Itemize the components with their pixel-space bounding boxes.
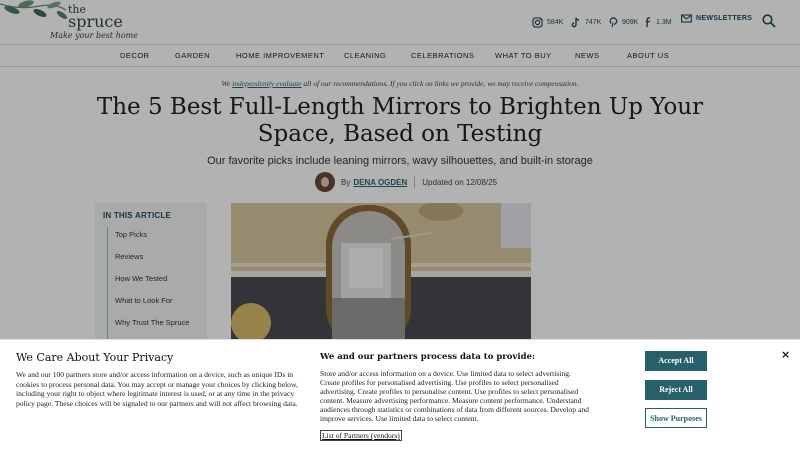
article-title: The 5 Best Full-Length Mirrors to Bright…	[96, 94, 704, 147]
author-link[interactable]: DENA OGDEN	[353, 178, 407, 187]
accept-all-button[interactable]: Accept All	[645, 351, 707, 371]
mail-icon	[681, 14, 692, 23]
instagram-count: 584K	[547, 18, 564, 26]
close-icon[interactable]: ×	[781, 348, 790, 361]
toc-divider	[107, 227, 108, 345]
updated-date: Updated on 12/08/25	[422, 177, 498, 187]
facebook-icon	[645, 16, 650, 27]
reject-all-button[interactable]: Reject All	[645, 380, 707, 400]
disclaimer-text-post: all of our recommendations. If you click…	[301, 79, 579, 88]
nav-item-decor[interactable]: DECOR	[120, 51, 150, 60]
author-avatar	[315, 172, 335, 192]
partners-link[interactable]: List of Partners (vendors)	[320, 430, 402, 441]
logo-tagline: Make your best home	[50, 31, 138, 40]
byline: By DENA OGDEN Updated on 12/08/25	[315, 172, 497, 192]
purposes-title: We and our partners process data to prov…	[320, 352, 536, 362]
nav-item-garden[interactable]: GARDEN	[175, 51, 210, 60]
independently-evaluate-link[interactable]: independently evaluate	[232, 79, 301, 88]
affiliate-disclaimer: We independently evaluate all of our rec…	[0, 79, 800, 88]
consent-body: We and our 100 partners store and/or acc…	[16, 370, 298, 408]
facebook-count: 1.3M	[656, 18, 672, 26]
search-icon[interactable]	[762, 14, 776, 28]
disclaimer-text-pre: We	[221, 79, 233, 88]
toc-item-how-we-tested[interactable]: How We Tested	[115, 274, 167, 283]
hero-mirror-image	[231, 203, 531, 348]
consent-title: We Care About Your Privacy	[16, 351, 174, 364]
nav-item-what-to-buy[interactable]: WHAT TO BUY	[495, 51, 552, 60]
newsletters-link[interactable]: NEWSLETTERS	[681, 14, 752, 23]
show-purposes-button[interactable]: Show Purposes	[645, 408, 707, 428]
article-subtitle: Our favorite picks include leaning mirro…	[207, 155, 593, 167]
tiktok-icon	[571, 17, 580, 27]
byline-by: By	[341, 177, 351, 187]
social-pinterest[interactable]: 909K	[608, 14, 638, 30]
pinterest-icon	[609, 16, 618, 27]
byline-divider	[414, 176, 416, 188]
nav-item-cleaning[interactable]: CLEANING	[344, 51, 386, 60]
toc-item-reviews[interactable]: Reviews	[115, 252, 143, 261]
social-tiktok[interactable]: 747K	[571, 14, 601, 30]
logo-line2: spruce	[68, 12, 123, 31]
toc-title: IN THIS ARTICLE	[103, 211, 172, 220]
toc-item-why-trust[interactable]: Why Trust The Spruce	[115, 318, 189, 327]
site-logo[interactable]: the spruce Make your best home	[50, 4, 150, 42]
tiktok-count: 747K	[585, 18, 602, 26]
social-instagram[interactable]: 584K	[532, 14, 563, 30]
nav-item-celebrations[interactable]: CELEBRATIONS	[411, 51, 474, 60]
toc-item-what-to-look-for[interactable]: What to Look For	[115, 296, 173, 305]
table-of-contents: IN THIS ARTICLE Top Picks Reviews How We…	[95, 203, 207, 348]
nav-item-about-us[interactable]: ABOUT US	[627, 51, 669, 60]
social-facebook[interactable]: 1.3M	[645, 14, 672, 30]
nav-item-home-improvement[interactable]: HOME IMPROVEMENT	[236, 51, 324, 60]
nav-item-news[interactable]: NEWS	[575, 51, 600, 60]
newsletters-label: NEWSLETTERS	[696, 15, 753, 22]
main-nav: DECOR GARDEN HOME IMPROVEMENT CLEANING C…	[0, 44, 800, 67]
privacy-consent-banner: We Care About Your Privacy We and our 10…	[0, 339, 800, 451]
pinterest-count: 909K	[622, 18, 639, 26]
site-header: the spruce Make your best home 584K 747K…	[0, 0, 800, 44]
purposes-body: Store and/or access information on a dev…	[320, 369, 589, 423]
article-page: the spruce Make your best home 584K 747K…	[0, 0, 800, 451]
instagram-icon	[532, 16, 543, 28]
toc-item-top-picks[interactable]: Top Picks	[115, 230, 147, 239]
